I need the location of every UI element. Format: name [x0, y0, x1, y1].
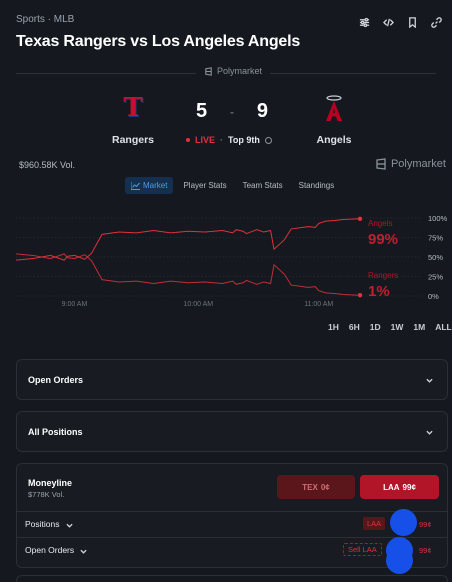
series-name-label: Rangers	[368, 271, 398, 280]
chevron-down-icon[interactable]	[426, 428, 433, 435]
tab-label: Market	[143, 181, 168, 190]
series-line-angels	[15, 218, 361, 261]
page-title: Texas Rangers vs Los Angeles Angels	[16, 33, 301, 50]
home-team-name: Rangers	[111, 134, 154, 146]
y-tick-label: 25%	[428, 273, 443, 282]
x-tick-label: 10:00 AM	[184, 301, 214, 308]
timeframe-1h[interactable]: 1H	[328, 322, 339, 332]
tab-label: Team Stats	[242, 181, 283, 190]
chevron-down-icon	[80, 547, 87, 554]
polymarket-brand[interactable]: Polymarket	[375, 158, 446, 170]
status-separator: ·	[220, 135, 224, 145]
breadcrumb[interactable]: Sports · MLB	[16, 14, 74, 25]
series-name-label: Angels	[368, 219, 392, 228]
polymarket-icon	[205, 66, 212, 76]
tab-team-stats[interactable]: Team Stats	[237, 177, 289, 194]
rangers-logo: T	[123, 93, 143, 123]
timeframe-6h[interactable]: 6H	[349, 322, 360, 332]
code-icon[interactable]	[382, 16, 394, 28]
live-label: LIVE	[195, 135, 216, 145]
x-tick-label: 9:00 AM	[62, 301, 88, 308]
info-icon[interactable]	[264, 136, 272, 144]
scoreboard: 5 - 9	[196, 100, 268, 123]
source-label: Polymarket	[217, 66, 263, 76]
sliders-icon[interactable]	[358, 16, 370, 28]
open-orders-toggle[interactable]: Open Orders	[25, 545, 87, 555]
game-status: LIVE · Top 9th	[186, 135, 272, 145]
divider	[17, 537, 447, 538]
home-score: 5	[196, 100, 208, 122]
team-home[interactable]: T Rangers	[93, 93, 173, 146]
next-card	[16, 575, 448, 582]
angels-logo	[294, 94, 374, 122]
tab-player-stats[interactable]: Player Stats	[177, 177, 232, 194]
moneyline-title: Moneyline	[28, 478, 73, 488]
open-orders-title: Open Orders	[28, 374, 84, 385]
chevron-down-icon[interactable]	[426, 376, 433, 383]
tab-bar: Market Player Stats Team Stats Standings	[125, 177, 340, 194]
brand-label: Polymarket	[390, 158, 446, 170]
score-separator: -	[230, 104, 234, 119]
order-price: 99¢	[419, 546, 432, 555]
line-chart-icon	[131, 181, 140, 190]
position-tag[interactable]: LAA	[363, 517, 386, 530]
buy-tex-button[interactable]: TEX 0¢	[277, 475, 355, 499]
tab-label: Standings	[298, 181, 335, 190]
tab-market[interactable]: Market	[125, 177, 174, 194]
bookmark-icon[interactable]	[406, 16, 418, 28]
timeframe-1m[interactable]: 1M	[413, 322, 425, 332]
open-orders-panel[interactable]: Open Orders	[16, 359, 448, 400]
buy-laa-button[interactable]: LAA 99¢	[360, 475, 439, 499]
series-endpoint-angels	[357, 216, 363, 221]
position-price: 99¢	[419, 520, 432, 529]
link-icon[interactable]	[430, 16, 442, 28]
positions-toggle[interactable]: Positions	[25, 519, 73, 529]
live-dot-icon	[186, 138, 190, 142]
touch-indicator	[390, 509, 417, 536]
series-value-label: 1%	[368, 283, 390, 300]
tab-standings[interactable]: Standings	[293, 177, 341, 194]
y-tick-label: 100%	[428, 214, 448, 223]
positions-label: Positions	[25, 519, 60, 529]
y-tick-label: 0%	[428, 292, 439, 301]
moneyline-volume: $778K Vol.	[28, 490, 65, 499]
toolbar	[358, 16, 442, 28]
order-tag[interactable]: Sell LAA	[343, 543, 382, 556]
divider	[17, 511, 447, 512]
source-badge: Polymarket	[196, 66, 271, 76]
timeframe-1d[interactable]: 1D	[370, 322, 381, 332]
timeframe-selector: 1H 6H 1D 1W 1M ALL	[328, 322, 452, 332]
timeframe-1w[interactable]: 1W	[391, 322, 404, 332]
all-positions-title: All Positions	[28, 426, 83, 437]
tab-label: Player Stats	[183, 181, 227, 190]
y-tick-label: 75%	[428, 234, 443, 243]
market-volume: $960.58K Vol.	[19, 160, 76, 170]
team-away[interactable]: Angels	[294, 94, 374, 146]
series-value-label: 99%	[368, 231, 398, 248]
series-line-rangers	[15, 253, 361, 296]
open-orders-label: Open Orders	[25, 545, 75, 555]
moneyline-card: Moneyline $778K Vol. TEX 0¢ LAA 99¢ Positi…	[16, 463, 448, 574]
y-tick-label: 50%	[428, 253, 443, 262]
x-tick-label: 11:00 AM	[304, 301, 333, 308]
all-positions-panel[interactable]: All Positions	[16, 411, 448, 452]
polymarket-icon	[376, 158, 386, 170]
chevron-down-icon	[65, 521, 73, 528]
inning-label: Top 9th	[228, 135, 260, 145]
away-team-name: Angels	[316, 134, 352, 146]
price-chart[interactable]: 100% 75% 50% 25% 0% 9:00 AM 10:00 AM 11:00 AM An…	[0, 206, 452, 316]
series-endpoint-rangers	[357, 293, 363, 298]
timeframe-all[interactable]: ALL	[435, 322, 452, 332]
away-score: 9	[256, 100, 268, 122]
touch-indicator	[386, 547, 413, 574]
